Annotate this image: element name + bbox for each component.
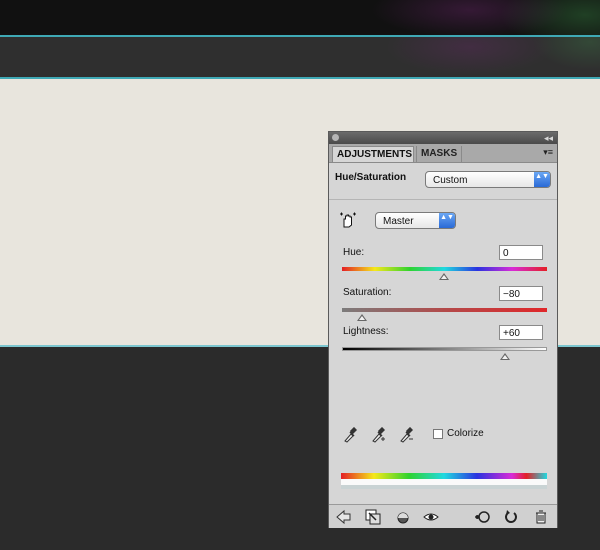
colorize-checkbox[interactable] (433, 429, 443, 439)
panel-bottom-toolbar (329, 504, 557, 528)
adjustment-header: Hue/Saturation Custom ▲▼ (329, 163, 557, 200)
hue-slider-track[interactable] (342, 267, 547, 271)
visibility-circle-icon[interactable] (395, 509, 411, 525)
eye-icon[interactable] (423, 509, 439, 525)
previous-state-icon[interactable] (474, 509, 490, 525)
hue-input[interactable]: 0 (499, 245, 543, 260)
trash-icon[interactable] (533, 509, 549, 525)
colorize-label: Colorize (447, 428, 484, 439)
panel-titlebar[interactable]: ◂◂ (329, 132, 557, 144)
eyedropper-plus-icon[interactable] (371, 427, 385, 443)
lightness-label: Lightness: (343, 326, 389, 337)
panel-menu-icon[interactable]: ▾≡ (543, 147, 553, 158)
canvas-dark-band (0, 37, 600, 77)
reset-icon[interactable] (503, 509, 519, 525)
clip-layer-icon[interactable] (365, 509, 381, 525)
panel-tabs: ADJUSTMENTS MASKS ▾≡ (329, 144, 557, 163)
adjustment-title: Hue/Saturation (335, 172, 407, 183)
collapse-icon[interactable]: ◂◂ (544, 132, 553, 144)
canvas-top-band (0, 0, 600, 36)
preset-value: Custom (433, 175, 468, 186)
select-arrows-icon: ▲▼ (534, 172, 550, 187)
channel-select[interactable]: Master ▲▼ (375, 212, 456, 229)
output-spectrum-bar-tint (341, 485, 547, 489)
saturation-slider-track[interactable] (342, 308, 547, 312)
saturation-label: Saturation: (343, 287, 392, 298)
eyedropper-minus-icon[interactable] (399, 427, 413, 443)
hue-slider-thumb[interactable] (439, 273, 449, 280)
channel-value: Master (383, 216, 414, 227)
tab-masks[interactable]: MASKS (416, 146, 462, 162)
eyedropper-icon[interactable] (343, 427, 357, 443)
lightness-slider-track[interactable] (342, 347, 547, 351)
hue-label: Hue: (343, 247, 365, 258)
close-icon[interactable] (332, 134, 339, 141)
adjustments-panel: ◂◂ ADJUSTMENTS MASKS ▾≡ Hue/Saturation C… (328, 131, 558, 528)
saturation-input[interactable]: −80 (499, 286, 543, 301)
select-arrows-icon: ▲▼ (439, 213, 455, 228)
tab-adjustments[interactable]: ADJUSTMENTS (332, 146, 414, 162)
saturation-slider-thumb[interactable] (357, 314, 367, 321)
back-arrow-icon[interactable] (335, 509, 351, 525)
preset-select[interactable]: Custom ▲▼ (425, 171, 551, 188)
lightness-input[interactable]: +60 (499, 325, 543, 340)
targeted-adjustment-hand-icon[interactable] (339, 211, 357, 229)
lightness-slider-thumb[interactable] (500, 353, 510, 360)
